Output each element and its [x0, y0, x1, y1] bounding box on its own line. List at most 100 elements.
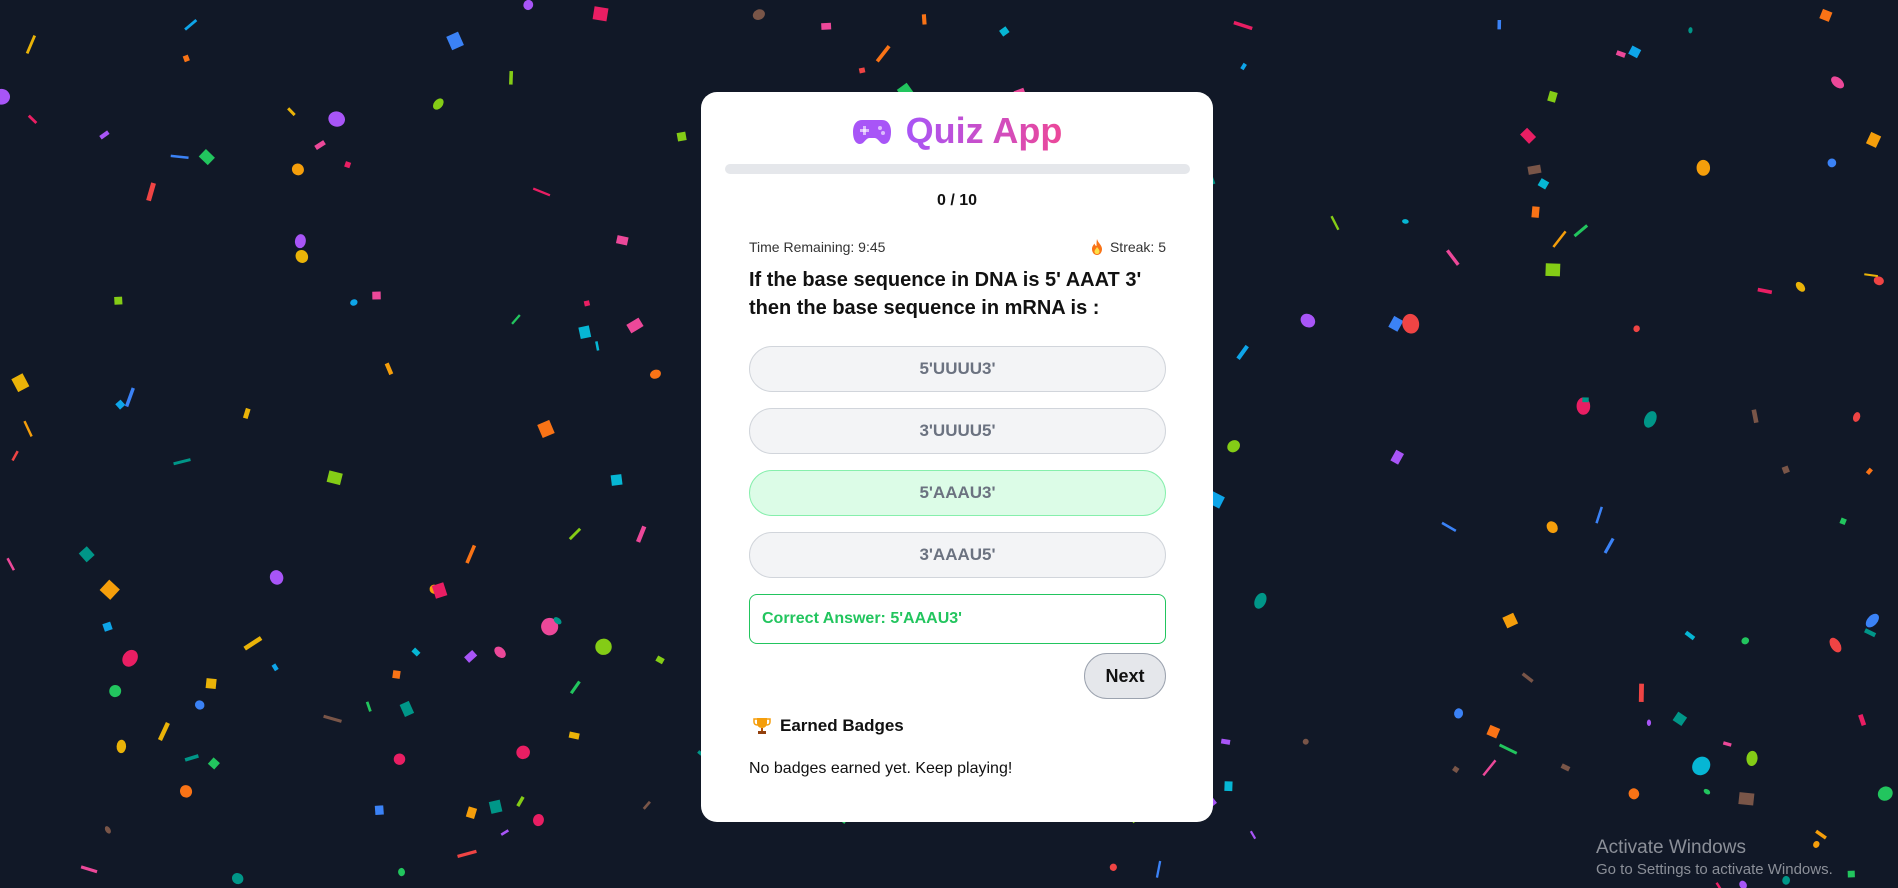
answer-option[interactable]: 3'UUUU5': [749, 408, 1166, 454]
confetti-piece: [384, 362, 394, 376]
confetti-piece: [610, 474, 623, 486]
answer-option[interactable]: 3'AAAU5': [749, 532, 1166, 578]
confetti-piece: [1829, 637, 1842, 653]
confetti-piece: [1227, 440, 1240, 453]
confetti-piece: [464, 649, 478, 663]
confetti-piece: [1795, 281, 1806, 292]
confetti-piece: [595, 341, 600, 351]
confetti-piece: [146, 182, 156, 202]
confetti-piece: [1527, 164, 1542, 175]
badges-title: Earned Badges: [780, 716, 904, 735]
confetti-piece: [411, 647, 421, 657]
next-button[interactable]: Next: [1084, 653, 1166, 699]
confetti-piece: [821, 22, 832, 30]
confetti-piece: [1827, 158, 1837, 168]
confetti-piece: [488, 799, 503, 814]
confetti-piece: [179, 785, 193, 798]
confetti-piece: [1236, 344, 1249, 360]
confetti-piece: [115, 399, 126, 410]
confetti-piece: [465, 806, 478, 819]
confetti-piece: [1560, 763, 1571, 772]
confetti-piece: [1715, 882, 1725, 888]
confetti-piece: [102, 621, 113, 632]
confetti-piece: [1746, 750, 1758, 766]
trophy-icon: [753, 718, 771, 734]
confetti-piece: [184, 18, 198, 31]
confetti-piece: [1633, 325, 1640, 333]
confetti-piece: [1402, 219, 1409, 224]
confetti-piece: [875, 44, 891, 63]
confetti-piece: [1330, 215, 1340, 231]
confetti-piece: [1672, 711, 1688, 727]
confetti-piece: [1751, 409, 1759, 424]
confetti-piece: [1402, 313, 1420, 334]
answer-options: 5'UUUU3' 3'UUUU5' 5'AAAU3' 3'AAAU5': [749, 346, 1166, 594]
question-counter: 0 / 10: [936, 192, 978, 209]
confetti-piece: [1388, 315, 1404, 332]
confetti-piece: [1233, 20, 1253, 31]
confetti-piece: [114, 296, 123, 305]
confetti-piece: [393, 753, 406, 765]
confetti-piece: [1847, 870, 1855, 878]
confetti-piece: [650, 369, 661, 379]
watermark-title: Activate Windows: [1596, 837, 1746, 858]
confetti-piece: [328, 111, 346, 127]
confetti-piece: [1692, 756, 1711, 776]
confetti-piece: [1873, 276, 1884, 286]
windows-activation-watermark: Activate Windows Go to Settings to activ…: [1596, 836, 1833, 880]
confetti-piece: [636, 525, 647, 543]
confetti-piece: [1877, 786, 1893, 801]
confetti-piece: [122, 649, 138, 667]
confetti-piece: [1520, 127, 1537, 144]
confetti-piece: [124, 387, 135, 408]
confetti-piece: [1240, 62, 1247, 71]
confetti-piece: [1865, 467, 1873, 475]
confetti-piece: [1603, 537, 1615, 554]
confetti-piece: [1109, 863, 1117, 871]
confetti-piece: [1628, 788, 1640, 800]
confetti-piece: [1249, 830, 1257, 840]
confetti-piece: [615, 235, 629, 246]
confetti-piece: [516, 796, 525, 807]
confetti-piece: [205, 678, 217, 689]
confetti-piece: [1615, 50, 1626, 58]
confetti-piece: [578, 325, 592, 340]
confetti-piece: [365, 701, 372, 712]
confetti-piece: [457, 849, 477, 858]
confetti-piece: [1852, 412, 1861, 422]
confetti-piece: [80, 865, 98, 874]
confetti-piece: [198, 149, 215, 166]
gamepad-icon: [852, 120, 891, 144]
stats-row: Time Remaining: 9:45 Streak: 5: [749, 239, 1166, 255]
feedback-box: Correct Answer: 5'AAAU3': [749, 594, 1166, 644]
confetti-piece: [269, 570, 284, 585]
confetti-piece: [1552, 230, 1567, 248]
confetti-piece: [374, 805, 384, 816]
confetti-piece: [99, 579, 120, 600]
confetti-piece: [433, 98, 444, 110]
confetti-piece: [1547, 90, 1558, 103]
confetti-piece: [104, 826, 111, 834]
app-header: Quiz App: [701, 108, 1213, 154]
confetti-piece: [182, 54, 190, 63]
answer-option[interactable]: 5'AAAU3': [749, 470, 1166, 516]
confetti-piece: [1865, 131, 1882, 148]
confetti-piece: [1858, 714, 1867, 726]
confetti-piece: [109, 684, 122, 698]
confetti-piece: [372, 291, 381, 300]
time-remaining: Time Remaining: 9:45: [749, 239, 886, 255]
confetti-piece: [1864, 273, 1879, 278]
confetti-piece: [752, 9, 765, 20]
progress-bar: [725, 164, 1190, 174]
confetti-piece: [99, 130, 110, 140]
confetti-piece: [1696, 159, 1711, 176]
confetti-piece: [207, 757, 220, 770]
confetti-piece: [511, 314, 521, 325]
confetti-piece: [592, 6, 609, 22]
confetti-piece: [398, 867, 406, 877]
confetti-piece: [0, 88, 11, 105]
confetti-piece: [1300, 313, 1316, 328]
answer-option[interactable]: 5'UUUU3': [749, 346, 1166, 392]
confetti-piece: [1452, 765, 1460, 774]
confetti-piece: [494, 646, 506, 659]
